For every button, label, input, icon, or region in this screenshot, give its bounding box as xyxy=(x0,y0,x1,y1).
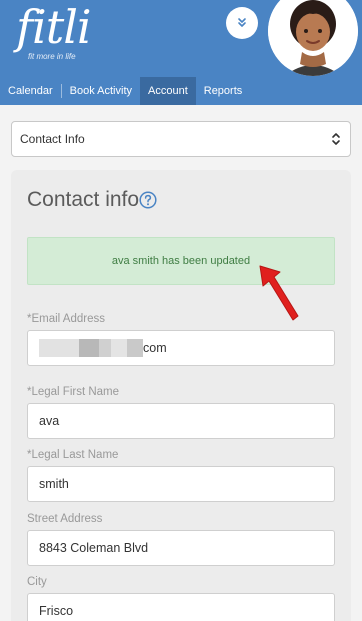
email-value-suffix: com xyxy=(143,341,167,355)
city-value: Frisco xyxy=(39,604,74,618)
section-select[interactable]: Contact Info xyxy=(11,121,351,157)
first-name-value: ava xyxy=(39,414,60,428)
tab-calendar[interactable]: Calendar xyxy=(0,77,61,105)
street-address-label: Street Address xyxy=(27,513,103,525)
street-address-value: 8843 Coleman Blvd xyxy=(39,541,149,555)
avatar-illustration xyxy=(268,0,358,76)
page-title: Contact info xyxy=(27,188,140,211)
red-arrow-icon xyxy=(259,265,299,321)
main-nav: Calendar Book Activity Account Reports xyxy=(0,77,250,105)
contact-info-card: Contact info ava smith has been updated … xyxy=(11,170,351,621)
expand-menu-button[interactable] xyxy=(226,7,258,39)
section-select-value: Contact Info xyxy=(20,132,85,146)
street-address-field[interactable]: 8843 Coleman Blvd xyxy=(27,530,335,566)
tab-account[interactable]: Account xyxy=(140,77,196,105)
redacted-block xyxy=(39,339,79,357)
question-circle-icon[interactable] xyxy=(139,191,157,209)
redacted-block xyxy=(111,339,127,357)
city-field[interactable]: Frisco xyxy=(27,593,335,621)
last-name-value: smith xyxy=(39,477,69,491)
logo-tagline: fit more in life xyxy=(28,52,76,61)
double-chevron-down-icon xyxy=(238,18,246,27)
tab-book-activity[interactable]: Book Activity xyxy=(62,77,140,105)
email-label: *Email Address xyxy=(27,313,105,325)
tab-reports[interactable]: Reports xyxy=(196,77,251,105)
city-label: City xyxy=(27,576,47,588)
user-avatar[interactable] xyxy=(268,0,358,76)
first-name-label: *Legal First Name xyxy=(27,386,120,398)
email-field[interactable]: com xyxy=(27,330,335,366)
redacted-block xyxy=(79,339,99,357)
redacted-block xyxy=(127,339,143,357)
redacted-block xyxy=(99,339,111,357)
app-header: fitli fit more in life Calendar Book Act… xyxy=(0,0,362,105)
first-name-field[interactable]: ava xyxy=(27,403,335,439)
up-down-chevron-icon xyxy=(332,133,340,145)
last-name-field[interactable]: smith xyxy=(27,466,335,502)
fitli-logo[interactable]: fitli xyxy=(16,2,92,52)
last-name-label: *Legal Last Name xyxy=(27,449,119,461)
